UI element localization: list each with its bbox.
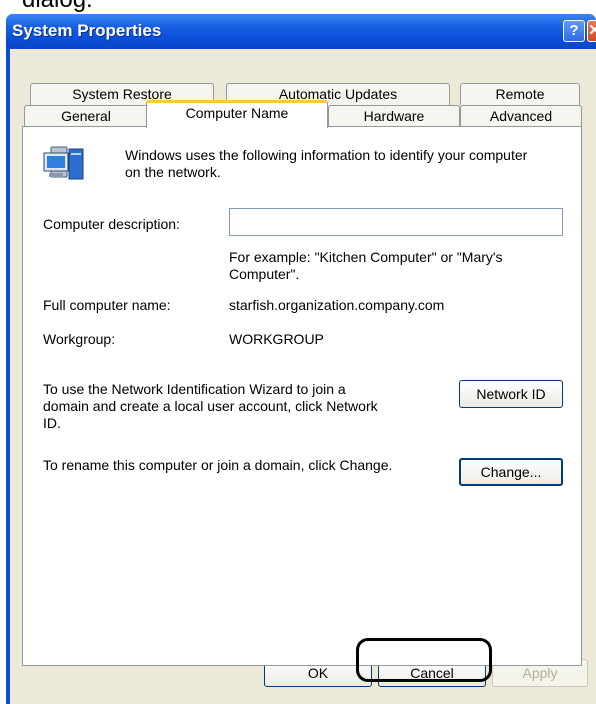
- title-bar[interactable]: System Properties ? ✕: [6, 14, 596, 49]
- network-id-text-line2: domain and create a local user account, …: [43, 398, 378, 414]
- intro-text-line2: on the network.: [125, 164, 221, 180]
- cancel-highlight-ring: [356, 638, 492, 682]
- workgroup-value: WORKGROUP: [229, 331, 324, 347]
- help-button[interactable]: ?: [563, 20, 585, 42]
- example-text-line2: Computer".: [229, 266, 300, 282]
- computer-name-panel: Windows uses the following information t…: [22, 126, 582, 666]
- computer-icon: [41, 141, 89, 185]
- tab-advanced[interactable]: Advanced: [460, 105, 582, 127]
- tab-label: Computer Name: [185, 105, 289, 121]
- dialog-client-area: System Restore Automatic Updates Remote …: [10, 49, 596, 704]
- tab-computer-name[interactable]: Computer Name: [146, 100, 328, 128]
- tab-general[interactable]: General: [24, 105, 148, 127]
- caption-fragment: dialog.: [22, 0, 93, 14]
- tab-label: Hardware: [363, 108, 425, 124]
- example-text-line1: For example: "Kitchen Computer" or "Mary…: [229, 249, 503, 265]
- workgroup-label: Workgroup:: [43, 331, 116, 347]
- full-name-value: starfish.organization.company.com: [229, 297, 445, 313]
- close-button[interactable]: ✕: [587, 20, 596, 42]
- tab-label: Advanced: [489, 108, 553, 124]
- rename-text: To rename this computer or join a domain…: [43, 457, 393, 473]
- full-name-label: Full computer name:: [43, 297, 171, 313]
- description-label: Computer description:: [43, 216, 180, 232]
- network-id-button[interactable]: Network ID: [459, 380, 563, 408]
- tab-remote[interactable]: Remote: [460, 83, 580, 105]
- tab-hardware[interactable]: Hardware: [328, 105, 460, 127]
- computer-description-input[interactable]: [229, 208, 563, 236]
- tab-label: Remote: [495, 86, 545, 102]
- network-id-text-line3: ID.: [43, 415, 61, 431]
- network-id-text-line1: To use the Network Identification Wizard…: [43, 381, 346, 397]
- change-button[interactable]: Change...: [459, 458, 563, 486]
- system-properties-dialog: System Properties ? ✕ System Restore Aut…: [6, 14, 596, 704]
- tab-label: General: [61, 108, 111, 124]
- intro-text-line1: Windows uses the following information t…: [125, 147, 528, 163]
- window-title: System Properties: [12, 21, 162, 40]
